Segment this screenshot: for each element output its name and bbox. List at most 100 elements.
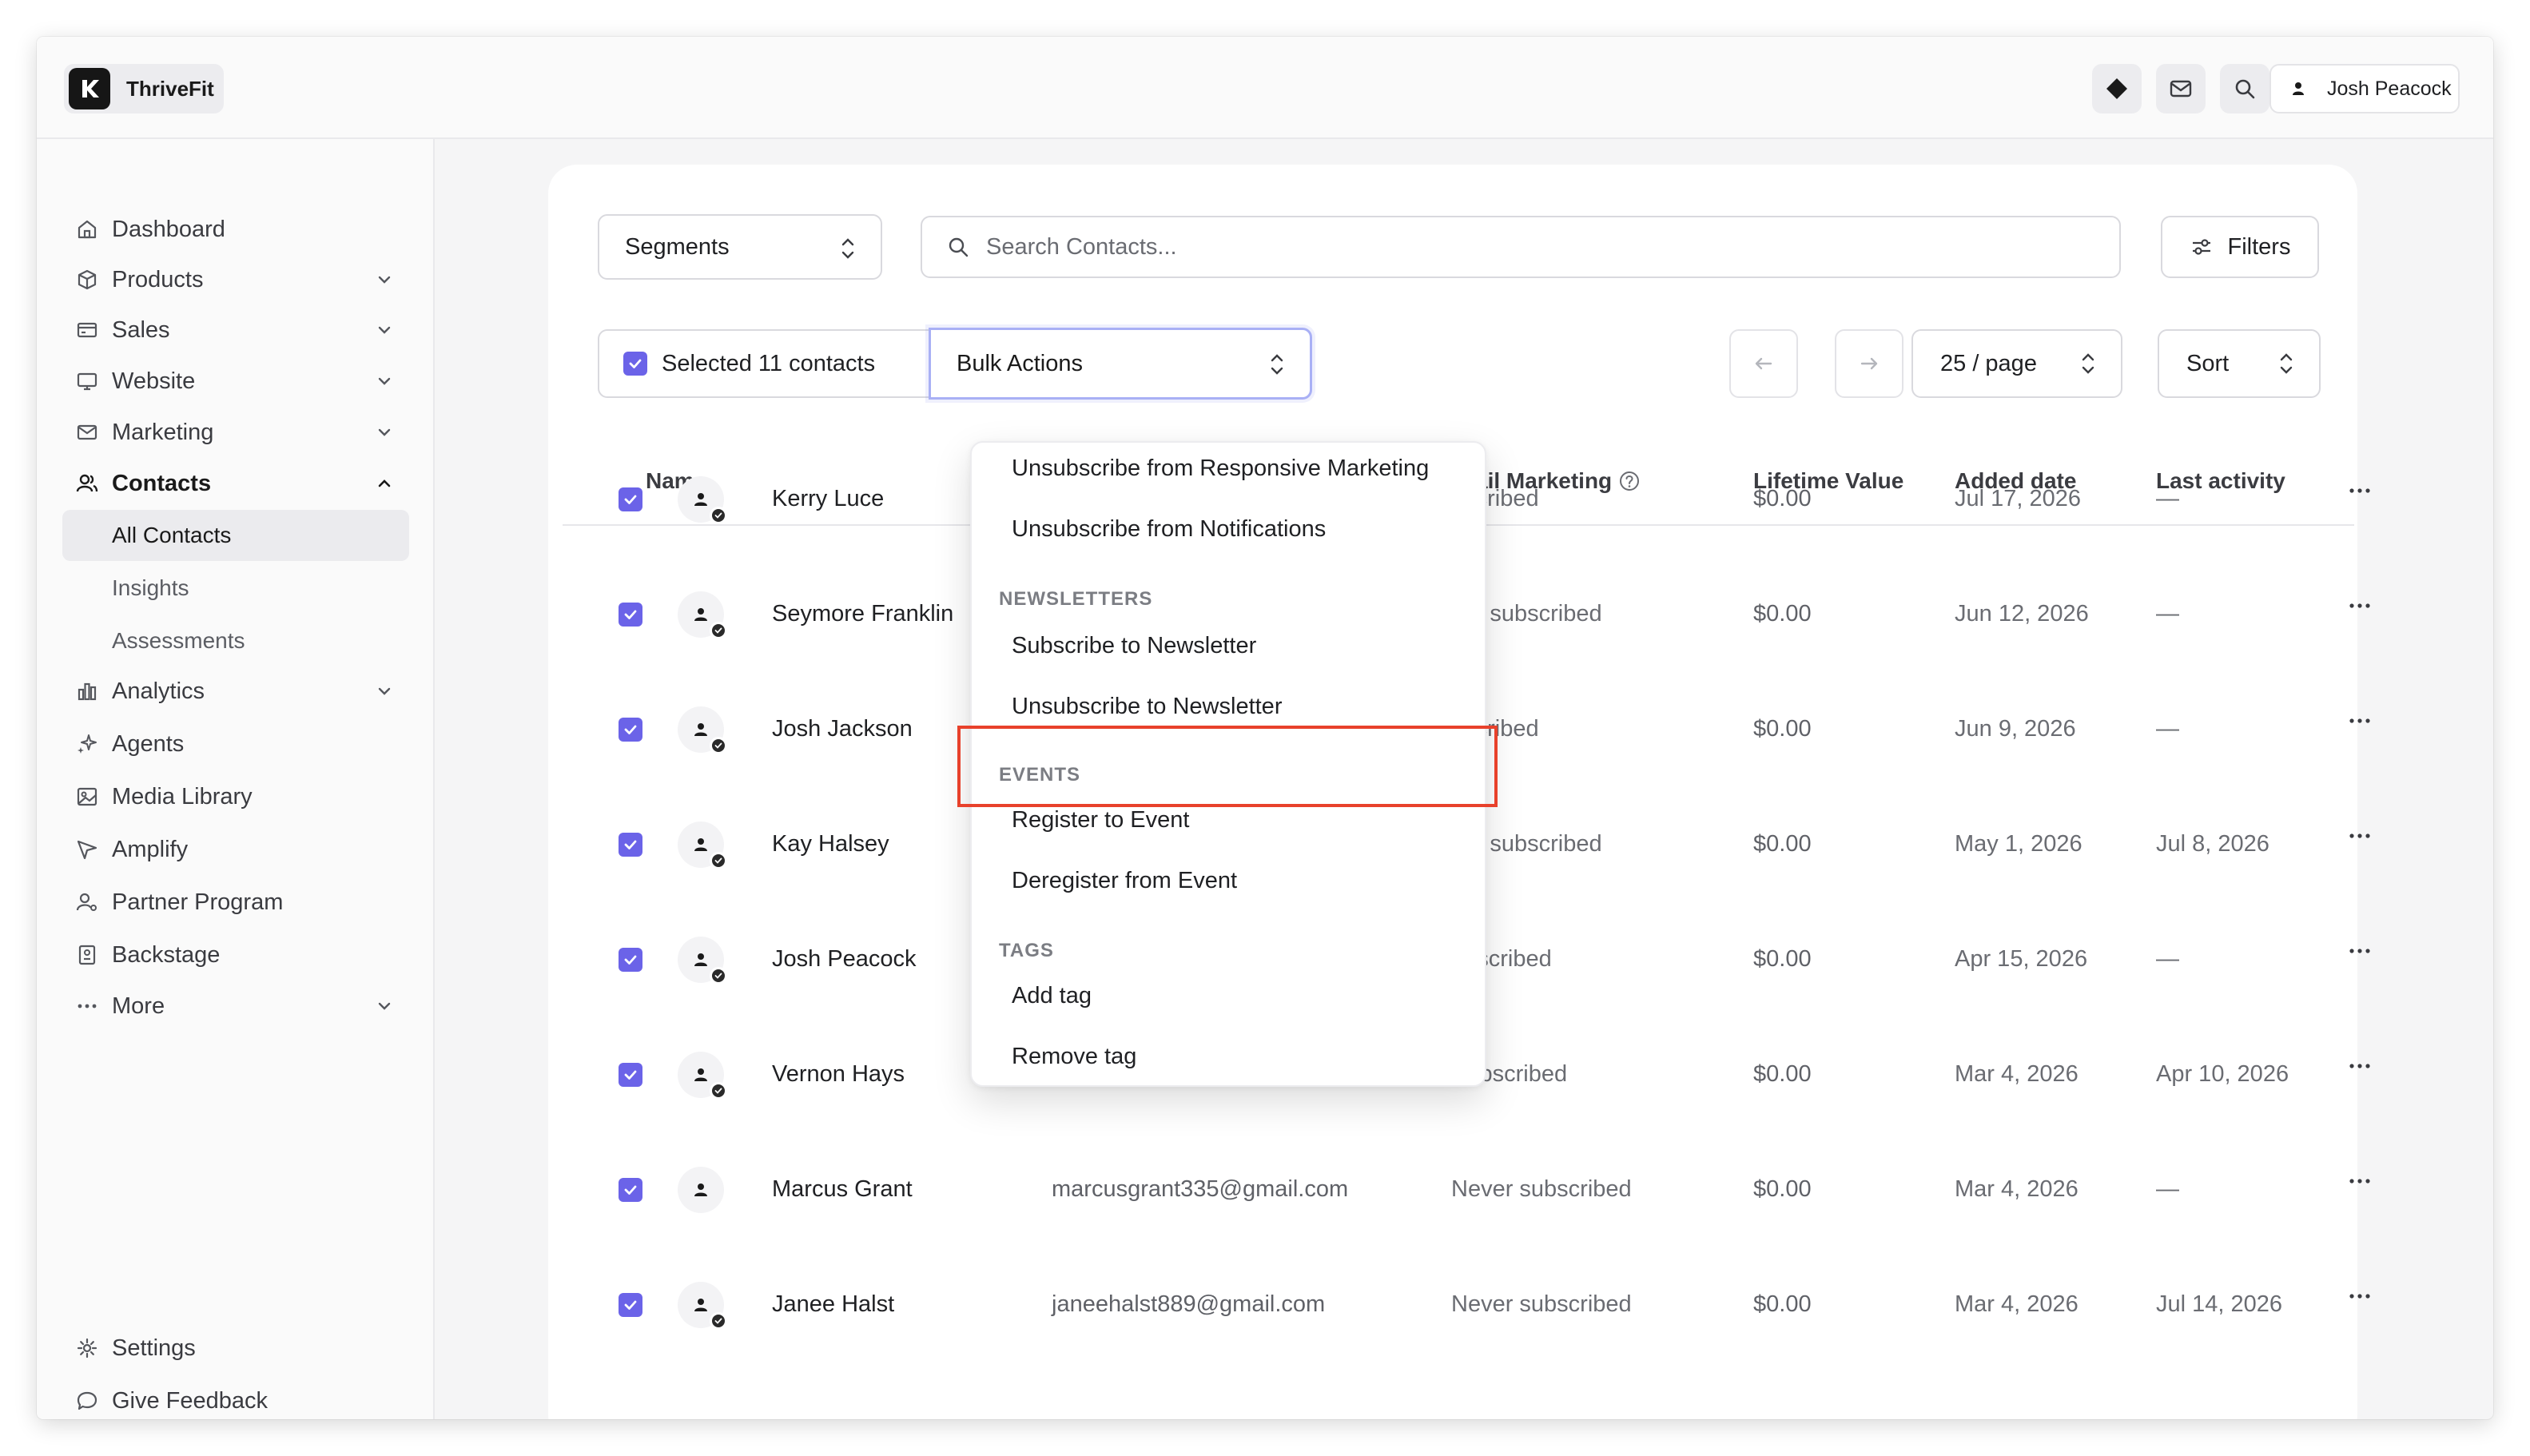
- contact-name[interactable]: Josh Jackson: [772, 716, 913, 742]
- lifetime-value: $0.00: [1753, 831, 1812, 857]
- contact-avatar-icon: [678, 821, 727, 869]
- contact-name[interactable]: Janee Halst: [772, 1291, 894, 1318]
- sidebar-item-products[interactable]: Products: [62, 255, 409, 304]
- added-date: Mar 4, 2026: [1955, 1291, 2078, 1317]
- chevron-up-icon[interactable]: [371, 470, 398, 497]
- check-badge-icon: [710, 967, 727, 985]
- row-checkbox[interactable]: [619, 603, 642, 627]
- sidebar-item-media-library[interactable]: Media Library: [62, 772, 409, 821]
- menu-item-unsubscribe-newsletter[interactable]: Unsubscribe to Newsletter: [1012, 694, 1282, 720]
- added-date: Mar 4, 2026: [1955, 1176, 2078, 1202]
- search-button[interactable]: [2220, 64, 2269, 113]
- menu-item-add-tag[interactable]: Add tag: [1012, 983, 1092, 1009]
- row-actions-icon[interactable]: [2346, 1058, 2373, 1074]
- sidebar-item-give-feedback[interactable]: Give Feedback: [62, 1376, 409, 1419]
- menu-item-remove-tag[interactable]: Remove tag: [1012, 1044, 1136, 1070]
- sidebar-item-settings[interactable]: Settings: [62, 1323, 409, 1373]
- menu-item-unsubscribe-responsive-marketing[interactable]: Unsubscribe from Responsive Marketing: [1012, 455, 1429, 482]
- search-icon: [946, 233, 973, 261]
- chevron-down-icon[interactable]: [371, 316, 398, 344]
- row-checkbox[interactable]: [619, 833, 642, 857]
- contact-name[interactable]: Kerry Luce: [772, 486, 884, 512]
- search-input[interactable]: Search Contacts...: [921, 216, 2121, 278]
- row-checkbox[interactable]: [619, 487, 642, 511]
- menu-item-register-event[interactable]: Register to Event: [1012, 807, 1189, 833]
- sidebar-item-amplify[interactable]: Amplify: [62, 825, 409, 874]
- row-actions-icon[interactable]: [2346, 828, 2373, 844]
- contact-name[interactable]: Josh Peacock: [772, 946, 917, 973]
- more-icon: [74, 993, 101, 1020]
- inbox-button[interactable]: [2156, 64, 2206, 113]
- sidebar-subitem-assessments[interactable]: Assessments: [62, 615, 409, 666]
- sidebar-item-marketing[interactable]: Marketing: [62, 408, 409, 457]
- chat-icon: [74, 1387, 101, 1414]
- diamond-button[interactable]: [2092, 64, 2142, 113]
- sidebar-item-analytics[interactable]: Analytics: [62, 666, 409, 716]
- row-actions-icon[interactable]: [2346, 1173, 2373, 1189]
- menu-item-unsubscribe-notifications[interactable]: Unsubscribe from Notifications: [1012, 516, 1326, 543]
- filters-label: Filters: [2227, 233, 2291, 260]
- row-checkbox[interactable]: [619, 948, 642, 972]
- sidebar-subitem-insights[interactable]: Insights: [62, 563, 409, 614]
- sidebar-item-dashboard[interactable]: Dashboard: [62, 205, 409, 254]
- row-checkbox[interactable]: [619, 1293, 642, 1317]
- sidebar-item-more[interactable]: More: [62, 981, 409, 1031]
- selected-contacts-toggle[interactable]: Selected 11 contacts: [598, 329, 933, 398]
- mail-icon: [74, 419, 101, 446]
- row-checkbox[interactable]: [619, 1178, 642, 1202]
- diamond-icon: [2106, 78, 2127, 99]
- sidebar-subitem-label: Assessments: [112, 628, 245, 653]
- select-all-checkbox[interactable]: [623, 352, 647, 376]
- row-checkbox[interactable]: [619, 718, 642, 742]
- sidebar-item-contacts[interactable]: Contacts: [62, 459, 409, 508]
- bulk-actions-select[interactable]: Bulk Actions: [929, 328, 1312, 400]
- row-actions-icon[interactable]: [2346, 598, 2373, 614]
- sidebar-item-backstage[interactable]: Backstage: [62, 930, 409, 980]
- sidebar-item-label: Dashboard: [112, 216, 225, 242]
- check-badge-icon: [710, 852, 727, 869]
- user-menu[interactable]: Josh Peacock: [2269, 64, 2460, 113]
- updown-chevron-icon: [841, 238, 854, 259]
- sidebar-item-agents[interactable]: Agents: [62, 719, 409, 769]
- sidebar-item-partner-program[interactable]: Partner Program: [62, 877, 409, 927]
- last-activity: Jul 8, 2026: [2156, 831, 2269, 857]
- row-actions-icon[interactable]: [2346, 713, 2373, 729]
- lifetime-value: $0.00: [1753, 946, 1812, 972]
- segments-label: Segments: [625, 233, 730, 260]
- chevron-down-icon[interactable]: [371, 993, 398, 1020]
- row-actions-icon[interactable]: [2346, 483, 2373, 499]
- next-page-button[interactable]: [1835, 329, 1903, 398]
- chevron-down-icon[interactable]: [371, 419, 398, 446]
- contact-name[interactable]: Marcus Grant: [772, 1176, 913, 1203]
- filters-button[interactable]: Filters: [2161, 216, 2319, 278]
- menu-section-tags: TAGS: [999, 940, 1054, 961]
- contact-name[interactable]: Vernon Hays: [772, 1061, 905, 1088]
- sidebar-item-label: Backstage: [112, 941, 221, 968]
- menu-item-deregister-event[interactable]: Deregister from Event: [1012, 868, 1237, 894]
- sidebar-subitem-all-contacts[interactable]: All Contacts: [62, 510, 409, 561]
- sort-select[interactable]: Sort: [2158, 329, 2321, 398]
- chevron-down-icon[interactable]: [371, 368, 398, 395]
- chevron-down-icon[interactable]: [371, 266, 398, 293]
- brand-switcher[interactable]: ThriveFit: [64, 64, 224, 113]
- row-checkbox[interactable]: [619, 1063, 642, 1087]
- sidebar-item-sales[interactable]: Sales: [62, 305, 409, 355]
- table-row[interactable]: Janee Halst janeehalst889@gmail.com Never …: [548, 1248, 2370, 1363]
- table-row[interactable]: Marcus Grant marcusgrant335@gmail.com Neve…: [548, 1133, 2370, 1248]
- contact-avatar-icon: [678, 476, 727, 524]
- page-size-select[interactable]: 25 / page: [1911, 329, 2122, 398]
- contact-name[interactable]: Seymore Franklin: [772, 601, 953, 627]
- row-actions-icon[interactable]: [2346, 1288, 2373, 1304]
- page-size-label: 25 / page: [1940, 350, 2037, 376]
- brand-name: ThriveFit: [126, 76, 214, 101]
- segments-select[interactable]: Segments: [598, 214, 882, 280]
- contact-avatar-icon: [678, 591, 727, 639]
- sidebar-item-website[interactable]: Website: [62, 356, 409, 406]
- chevron-down-icon[interactable]: [371, 678, 398, 705]
- row-actions-icon[interactable]: [2346, 943, 2373, 959]
- prev-page-button[interactable]: [1729, 329, 1798, 398]
- contact-name[interactable]: Kay Halsey: [772, 831, 889, 857]
- brand-logo-icon: [69, 68, 110, 109]
- user-icon: [2282, 73, 2314, 105]
- menu-item-subscribe-newsletter[interactable]: Subscribe to Newsletter: [1012, 633, 1256, 659]
